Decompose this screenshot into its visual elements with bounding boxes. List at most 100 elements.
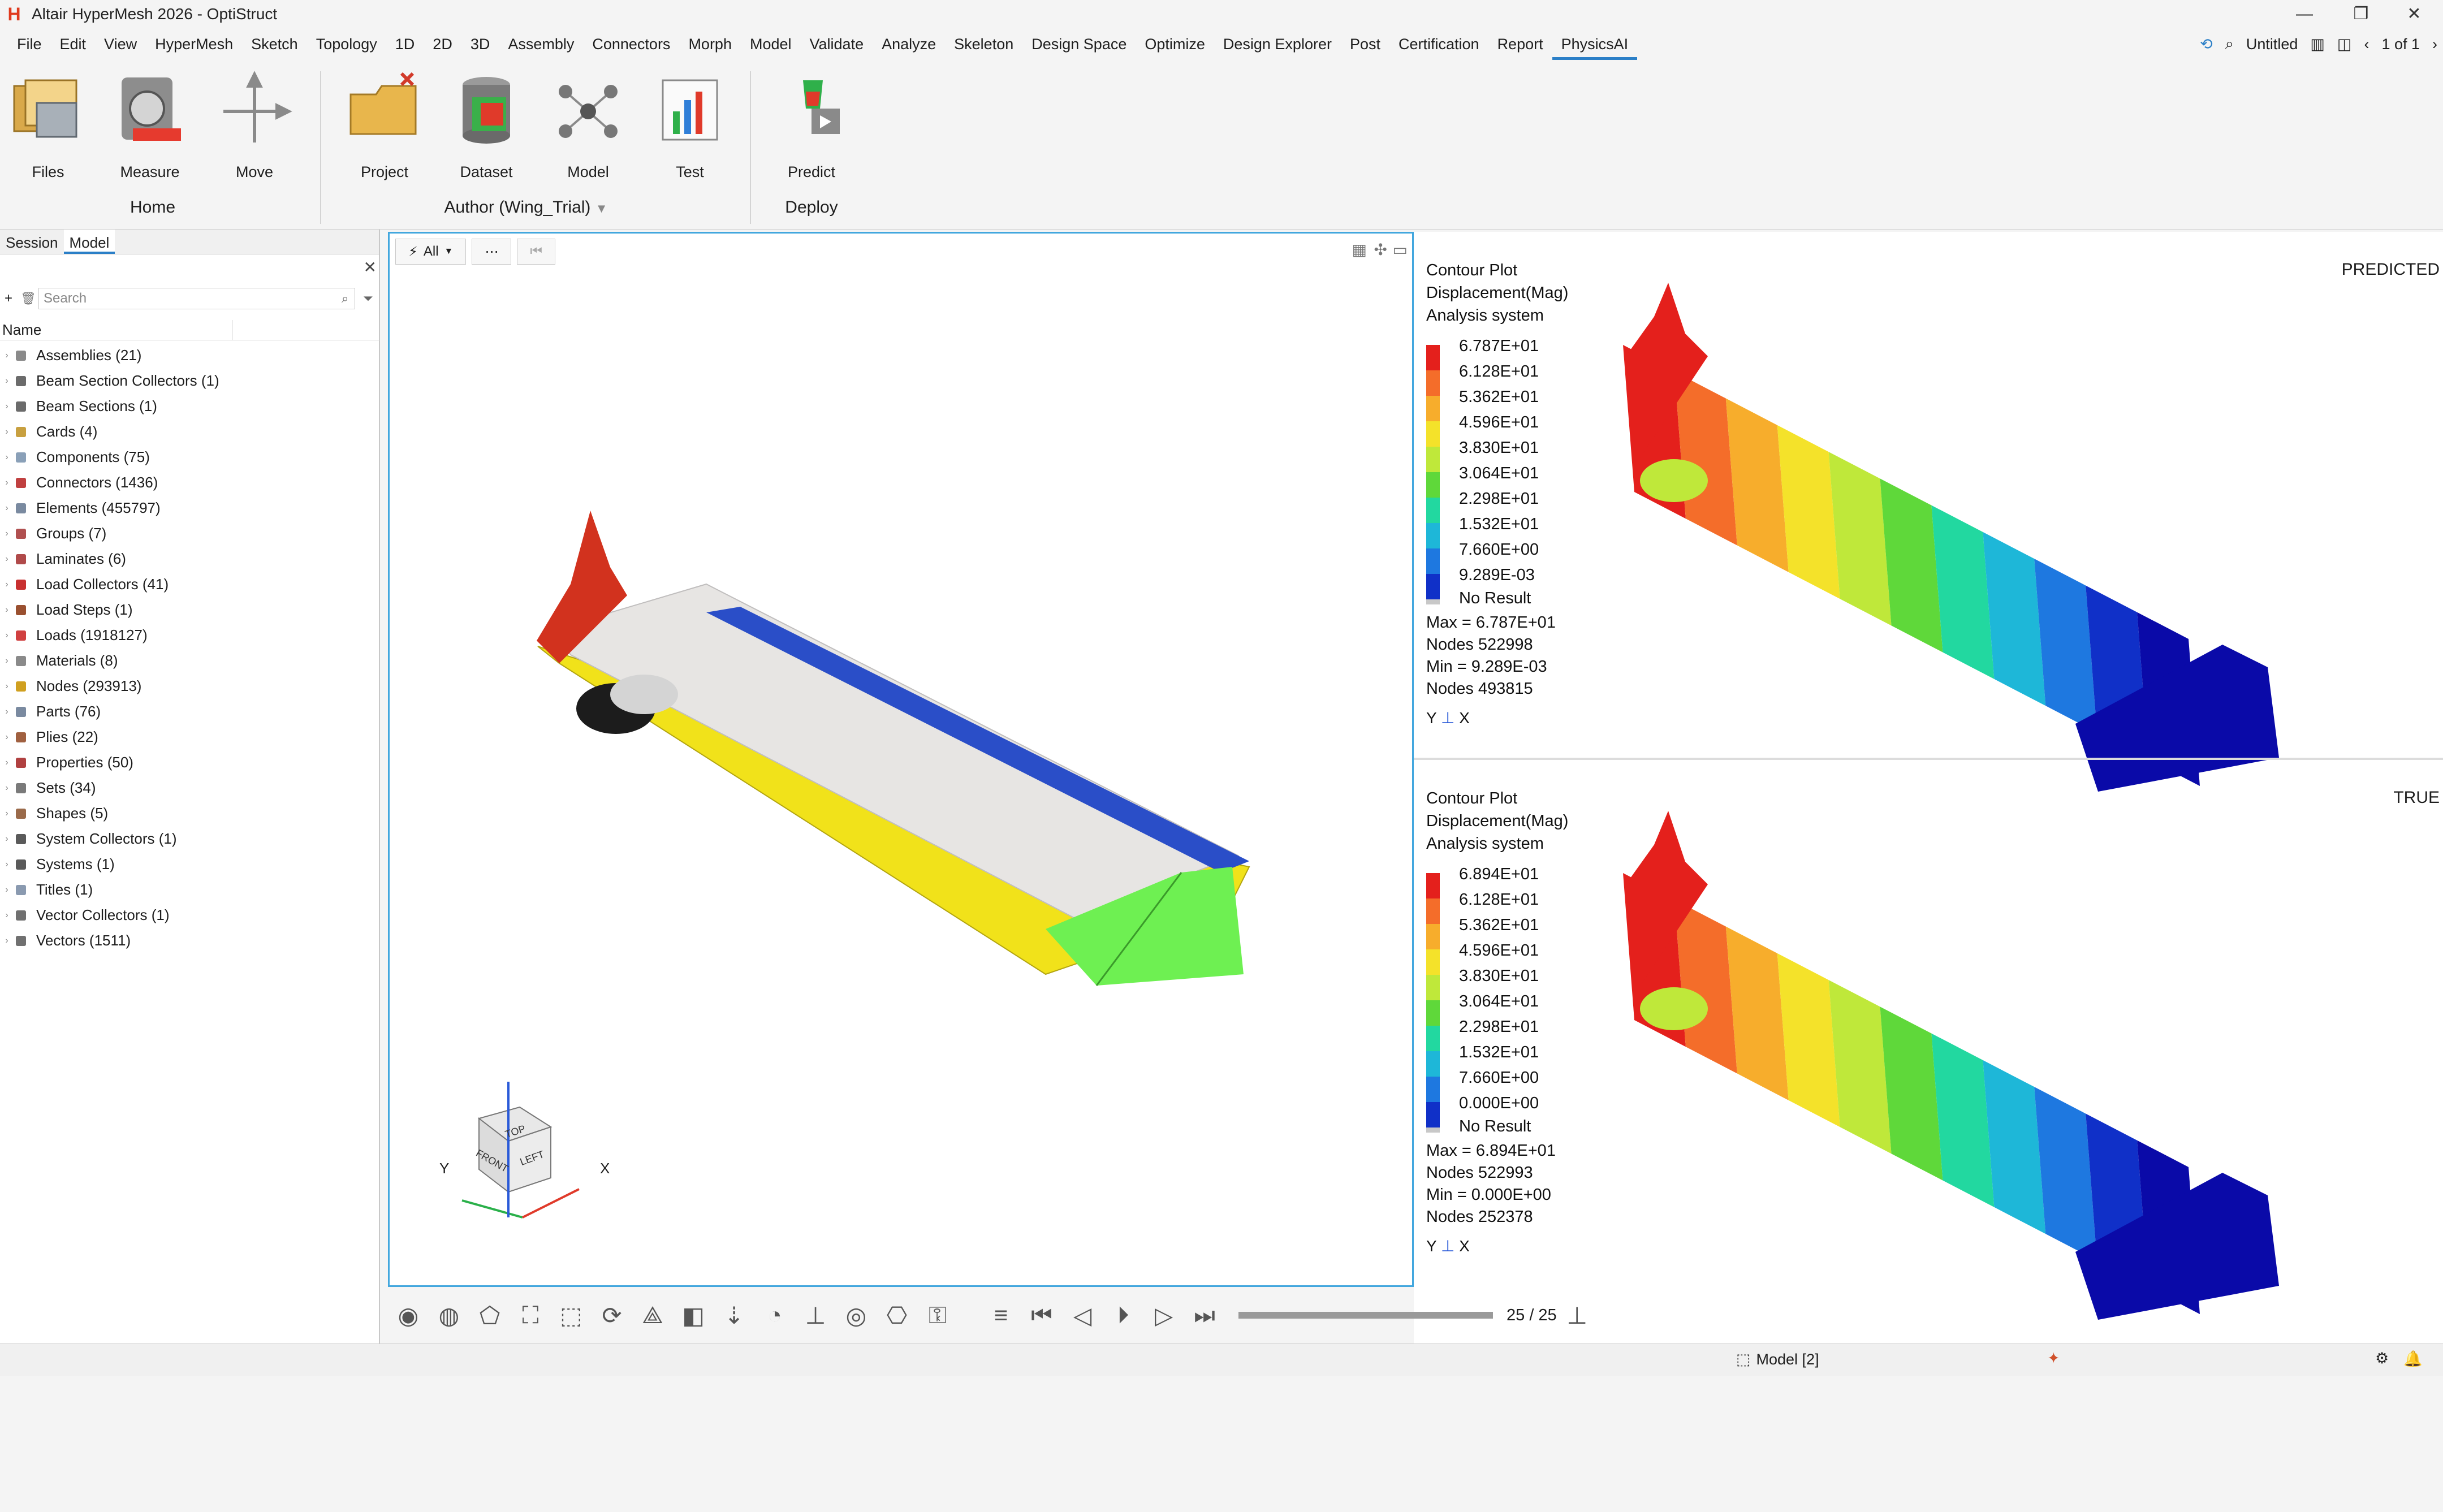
physicsai-icon[interactable]: ✦	[2047, 1350, 2060, 1367]
tree-item[interactable]: › Sets (34)	[0, 775, 380, 801]
section-icon[interactable]: ⟁	[632, 1295, 673, 1336]
delete-icon[interactable]: 🗑	[20, 291, 36, 306]
time-settings-icon[interactable]: ⊥	[1557, 1295, 1598, 1336]
menu-optimize[interactable]: Optimize	[1136, 28, 1214, 60]
expand-arrow-icon[interactable]: ›	[0, 630, 14, 641]
expand-arrow-icon[interactable]: ›	[0, 580, 14, 590]
tree-item[interactable]: › Beam Section Collectors (1)	[0, 368, 380, 394]
menu-view[interactable]: View	[95, 28, 146, 60]
lock-icon[interactable]: ⚿	[917, 1295, 958, 1336]
tree-item[interactable]: › Load Steps (1)	[0, 597, 380, 623]
load-icon[interactable]: ⇣	[714, 1295, 754, 1336]
test-button[interactable]: Test	[648, 69, 732, 181]
menu-hypermesh[interactable]: HyperMesh	[146, 28, 242, 60]
globe-icon[interactable]: ◍	[429, 1295, 469, 1336]
author-group-label[interactable]: Author (Wing_Trial) ▼	[407, 198, 645, 217]
expand-arrow-icon[interactable]: ›	[0, 758, 14, 768]
column-header-name[interactable]: Name	[0, 318, 380, 340]
tree-item[interactable]: › Assemblies (21)	[0, 343, 380, 368]
graphics-viewport[interactable]: ⚡ All ▼ ⋯ ⏮ ▦ ✣ ▭ TOP FRONT LEFT Y X	[388, 232, 1414, 1287]
first-frame-icon[interactable]: ⏮	[1021, 1295, 1062, 1336]
tree-item[interactable]: › Shapes (5)	[0, 801, 380, 826]
expand-arrow-icon[interactable]: ›	[0, 885, 14, 895]
search-input[interactable]: Search	[38, 288, 355, 309]
close-panel-icon[interactable]: ✕	[364, 258, 377, 277]
move-button[interactable]: Move	[212, 69, 297, 181]
next-page-icon[interactable]: ›	[2432, 36, 2437, 53]
tree-item[interactable]: › Laminates (6)	[0, 546, 380, 572]
tree-item[interactable]: › Load Collectors (41)	[0, 572, 380, 597]
tree-item[interactable]: › System Collectors (1)	[0, 826, 380, 852]
shade-icon[interactable]: ◧	[673, 1295, 714, 1336]
tree-item[interactable]: › Plies (22)	[0, 724, 380, 750]
capture-icon[interactable]: ⎔	[877, 1295, 917, 1336]
predict-button[interactable]: Predict	[769, 69, 854, 181]
last-frame-icon[interactable]: ⏭	[1184, 1295, 1225, 1336]
expand-arrow-icon[interactable]: ›	[0, 376, 14, 386]
menu-physicsai[interactable]: PhysicsAI	[1552, 28, 1638, 60]
expand-arrow-icon[interactable]: ›	[0, 707, 14, 717]
tree-item[interactable]: › Loads (1918127)	[0, 623, 380, 648]
tree-item[interactable]: › Beam Sections (1)	[0, 394, 380, 419]
tree-item[interactable]: › Parts (76)	[0, 699, 380, 724]
tree-item[interactable]: › Systems (1)	[0, 852, 380, 877]
menu-3d[interactable]: 3D	[461, 28, 499, 60]
notification-icon[interactable]: 🔔	[2403, 1350, 2423, 1368]
tree-item[interactable]: › Materials (8)	[0, 648, 380, 673]
menu-validate[interactable]: Validate	[801, 28, 873, 60]
expand-arrow-icon[interactable]: ›	[0, 478, 14, 488]
play-icon[interactable]: ⏵	[1103, 1295, 1143, 1336]
menu-2d[interactable]: 2D	[424, 28, 461, 60]
restore-icon[interactable]: ❐	[2336, 2, 2386, 26]
measure-button[interactable]: Measure	[107, 69, 192, 181]
menu-icon[interactable]: ≡	[981, 1295, 1021, 1336]
add-icon[interactable]: +	[5, 291, 12, 306]
expand-arrow-icon[interactable]: ›	[0, 783, 14, 793]
menu-skeleton[interactable]: Skeleton	[945, 28, 1022, 60]
menu-report[interactable]: Report	[1488, 28, 1552, 60]
tree-item[interactable]: › Vector Collectors (1)	[0, 902, 380, 928]
frame-slider[interactable]	[1238, 1312, 1493, 1319]
save-icon[interactable]: ◫	[2337, 36, 2352, 53]
expand-arrow-icon[interactable]: ›	[0, 859, 14, 870]
tree-item[interactable]: › Nodes (293913)	[0, 673, 380, 699]
expand-arrow-icon[interactable]: ›	[0, 809, 14, 819]
expand-arrow-icon[interactable]: ›	[0, 401, 14, 412]
expand-arrow-icon[interactable]: ›	[0, 732, 14, 742]
menu-post[interactable]: Post	[1341, 28, 1389, 60]
tab-model[interactable]: Model	[63, 230, 115, 254]
menu-file[interactable]: File	[8, 28, 51, 60]
pane-divider[interactable]	[1414, 758, 2443, 760]
search-icon[interactable]: ⌕	[2225, 35, 2234, 53]
settings-icon[interactable]: ⚙	[2375, 1350, 2389, 1367]
cube-icon[interactable]: ⬚	[551, 1295, 592, 1336]
axis-icon[interactable]: ⊥	[795, 1295, 836, 1336]
close-window-icon[interactable]: ✕	[2389, 2, 2440, 26]
expand-arrow-icon[interactable]: ›	[0, 503, 14, 513]
menu-topology[interactable]: Topology	[307, 28, 386, 60]
tab-session[interactable]: Session	[0, 230, 64, 254]
tree-item[interactable]: › Titles (1)	[0, 877, 380, 902]
expand-arrow-icon[interactable]: ›	[0, 910, 14, 921]
tree-item[interactable]: › Components (75)	[0, 444, 380, 470]
menu-certification[interactable]: Certification	[1389, 28, 1488, 60]
tree-item[interactable]: › Properties (50)	[0, 750, 380, 775]
fit-icon[interactable]: ⛶	[510, 1295, 551, 1336]
expand-arrow-icon[interactable]: ›	[0, 936, 14, 946]
prev-page-icon[interactable]: ‹	[2364, 36, 2369, 53]
feedback-icon[interactable]: ⟲	[2200, 36, 2213, 53]
search-icon[interactable]: ⌕	[342, 291, 348, 306]
expand-arrow-icon[interactable]: ›	[0, 452, 14, 463]
tree-item[interactable]: › Connectors (1436)	[0, 470, 380, 495]
menu-analyze[interactable]: Analyze	[873, 28, 945, 60]
rotate-icon[interactable]: ⟳	[592, 1295, 632, 1336]
model-button[interactable]: Model	[546, 69, 631, 181]
expand-arrow-icon[interactable]: ›	[0, 351, 14, 361]
menu-connectors[interactable]: Connectors	[583, 28, 679, 60]
prev-frame-icon[interactable]: ◁	[1062, 1295, 1103, 1336]
expand-arrow-icon[interactable]: ›	[0, 427, 14, 437]
tree-item[interactable]: › Cards (4)	[0, 419, 380, 444]
files-button[interactable]: Files	[6, 69, 90, 181]
tree-item[interactable]: › Vectors (1511)	[0, 928, 380, 953]
probe-icon[interactable]: ◎	[836, 1295, 877, 1336]
